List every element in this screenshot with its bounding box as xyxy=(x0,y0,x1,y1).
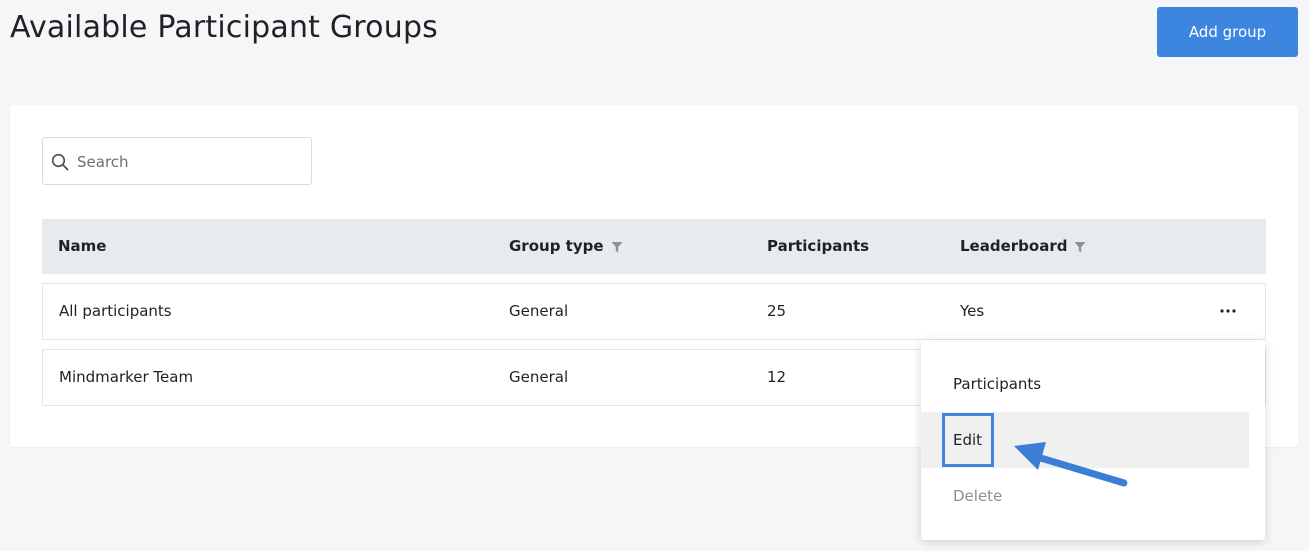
column-header-group-type[interactable]: Group type xyxy=(509,219,623,274)
cell-group-type: General xyxy=(509,368,569,386)
cell-group-type: General xyxy=(509,302,569,320)
arrow-icon xyxy=(1014,442,1128,487)
column-header-label: Leaderboard xyxy=(960,237,1068,255)
column-header-label: Group type xyxy=(509,237,604,255)
filter-icon[interactable] xyxy=(611,241,623,253)
edit-highlight-box xyxy=(942,413,994,467)
cell-name: All participants xyxy=(59,302,172,320)
column-header-participants[interactable]: Participants xyxy=(767,219,869,274)
filter-icon[interactable] xyxy=(1074,241,1086,253)
cell-name: Mindmarker Team xyxy=(59,368,194,386)
cell-participants: 25 xyxy=(767,302,787,320)
column-header-label: Participants xyxy=(767,237,870,255)
cell-participants: 12 xyxy=(767,368,787,386)
column-header-label: Name xyxy=(58,237,107,255)
row-actions-button[interactable] xyxy=(1213,297,1243,325)
table-row[interactable]: All participants General 25 Yes xyxy=(42,283,1266,340)
page-title: Available Participant Groups xyxy=(10,10,439,45)
more-horizontal-icon xyxy=(1220,309,1236,313)
column-header-name[interactable]: Name xyxy=(58,219,106,274)
cell-leaderboard: Yes xyxy=(960,302,985,320)
table-header: Name Group type Participants Leaderboard xyxy=(42,219,1266,274)
search-box[interactable] xyxy=(42,137,312,186)
search-icon xyxy=(51,153,69,171)
column-header-leaderboard[interactable]: Leaderboard xyxy=(960,219,1086,274)
menu-item-participants[interactable]: Participants xyxy=(921,356,1249,412)
search-input[interactable] xyxy=(75,138,309,186)
add-group-button[interactable]: Add group xyxy=(1157,7,1298,57)
